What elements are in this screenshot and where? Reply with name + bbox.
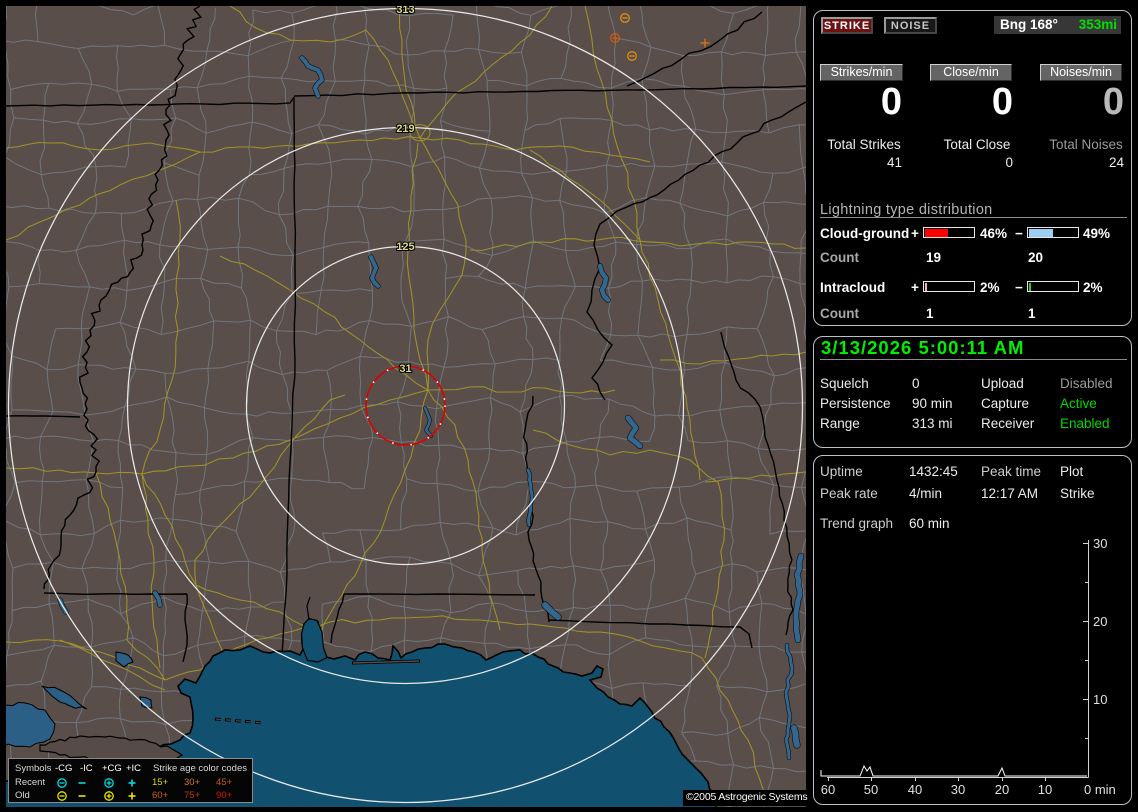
svg-text:20: 20 <box>995 782 1009 797</box>
svg-text:20: 20 <box>1093 614 1107 629</box>
svg-text:60: 60 <box>821 782 835 797</box>
svg-text:50: 50 <box>864 782 878 797</box>
svg-text:30: 30 <box>1093 536 1107 551</box>
svg-text:313: 313 <box>396 6 414 16</box>
svg-text:125: 125 <box>396 241 414 253</box>
svg-text:10: 10 <box>1093 692 1107 707</box>
svg-text:219: 219 <box>396 123 414 135</box>
svg-text:30: 30 <box>951 782 965 797</box>
svg-text:0 min: 0 min <box>1084 782 1116 797</box>
svg-text:10: 10 <box>1038 782 1052 797</box>
svg-text:31: 31 <box>399 363 411 375</box>
svg-text:40: 40 <box>908 782 922 797</box>
